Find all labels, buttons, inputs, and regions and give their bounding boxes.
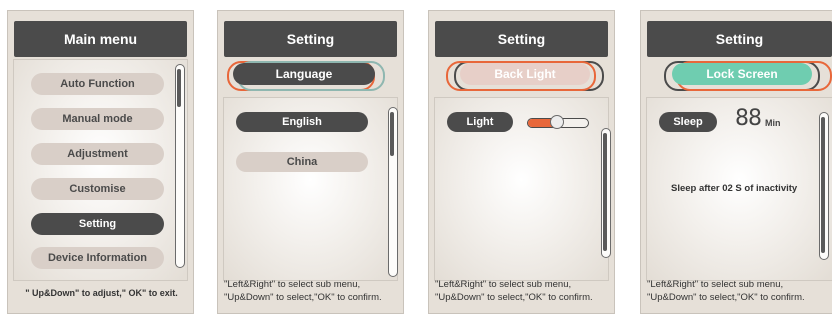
language-scrollbar[interactable] (388, 107, 398, 277)
language-option-china[interactable]: China (236, 152, 368, 172)
sleep-unit: Min (765, 118, 781, 128)
sleep-label: Sleep (659, 112, 717, 132)
footer-hint: "Left&Right" to select sub menu, "Up&Dow… (435, 271, 610, 311)
sleep-message: Sleep after 02 S of inactivity (671, 183, 798, 194)
footer-hint: "Left&Right" to select sub menu, "Up&Dow… (224, 271, 399, 311)
lockscreen-panel: Setting Lock Screen Sleep 88 Min Sleep a… (640, 10, 832, 314)
submenu-selector[interactable]: Language (227, 61, 392, 91)
main-menu-panel: Main menu Auto Function Manual mode Adju… (7, 10, 194, 314)
footer-hint: "Left&Right" to select sub menu, "Up&Dow… (647, 271, 832, 311)
menu-item-customise[interactable]: Customise (31, 178, 164, 200)
footer-line-1: "Left&Right" to select sub menu, (224, 279, 361, 290)
footer-line-1: "Left&Right" to select sub menu, (435, 279, 572, 290)
submenu-title: Language (233, 63, 375, 85)
light-label: Light (447, 112, 513, 132)
menu-item-manual-mode[interactable]: Manual mode (31, 108, 164, 130)
menu-item-adjustment[interactable]: Adjustment (31, 143, 164, 165)
backlight-panel: Setting Back Light Light "Left&Right" to… (428, 10, 615, 314)
sleep-value: 88 (735, 106, 762, 131)
menu-item-device-information[interactable]: Device Information (31, 247, 164, 269)
panel-title: Setting (224, 21, 397, 57)
backlight-scrollbar[interactable] (601, 128, 611, 258)
menu-screen: Auto Function Manual mode Adjustment Cus… (13, 59, 188, 281)
backlight-screen: Light (434, 97, 611, 281)
language-screen: English China (223, 97, 398, 281)
scrollbar-thumb[interactable] (390, 112, 394, 156)
panel-title: Main menu (14, 21, 187, 57)
panel-title: Setting (435, 21, 608, 57)
panel-title: Setting (647, 21, 832, 57)
scrollbar-thumb[interactable] (177, 69, 181, 107)
footer-line-1: "Left&Right" to select sub menu, (647, 279, 784, 290)
submenu-title: Back Light (460, 63, 590, 85)
footer-line-2: "Up&Down" to select,"OK" to confirm. (435, 292, 593, 303)
submenu-title: Lock Screen (672, 63, 812, 85)
brightness-slider-track[interactable] (527, 115, 589, 129)
language-option-english[interactable]: English (236, 112, 368, 132)
scrollbar-thumb[interactable] (821, 117, 825, 253)
scrollbar-thumb[interactable] (603, 133, 607, 251)
brightness-slider-knob[interactable] (550, 115, 564, 129)
lockscreen-screen: Sleep 88 Min Sleep after 02 S of inactiv… (646, 97, 832, 281)
submenu-selector[interactable]: Lock Screen (652, 61, 832, 91)
footer-line-2: "Up&Down" to select,"OK" to confirm. (647, 292, 805, 303)
menu-scrollbar[interactable] (175, 64, 185, 268)
menu-item-setting[interactable]: Setting (31, 213, 164, 235)
lockscreen-scrollbar[interactable] (819, 112, 829, 260)
footer-hint: " Up&Down" to adjust," OK" to exit. (25, 288, 178, 298)
menu-item-auto-function[interactable]: Auto Function (31, 73, 164, 95)
submenu-selector[interactable]: Back Light (440, 61, 604, 91)
language-panel: Setting Language English China "Left&Rig… (217, 10, 404, 314)
footer-line-2: "Up&Down" to select,"OK" to confirm. (224, 292, 382, 303)
